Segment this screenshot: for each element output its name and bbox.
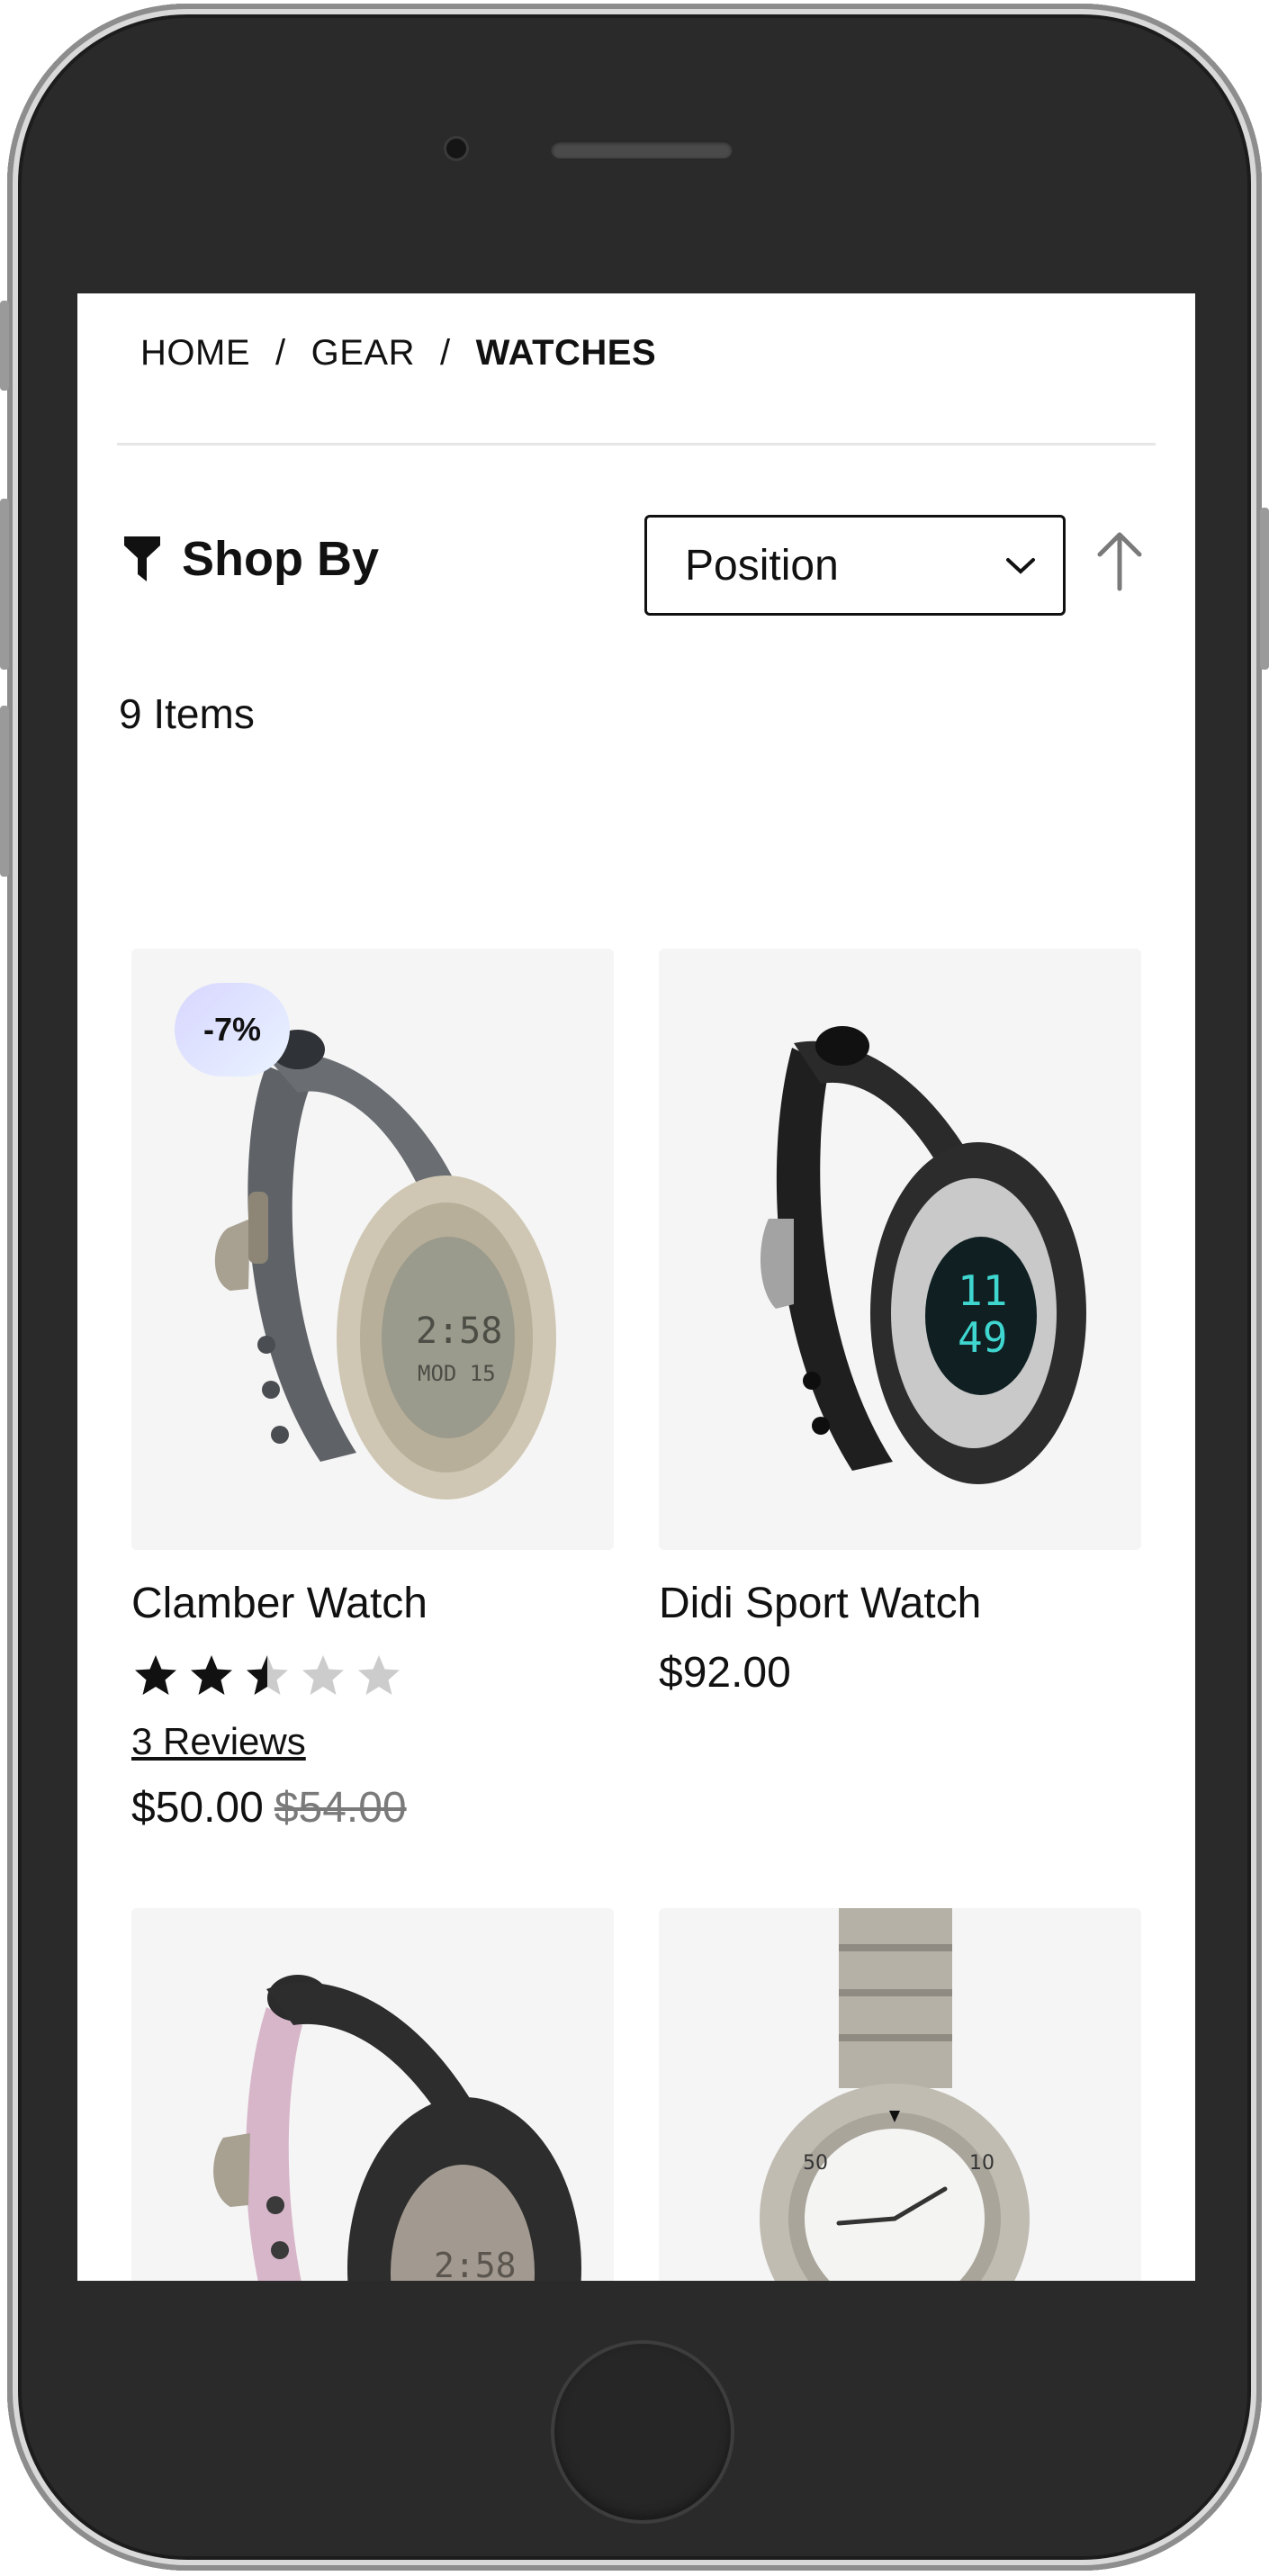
product-name[interactable]: Didi Sport Watch (659, 1579, 1141, 1628)
product-image[interactable]: 2:58 MOD 15 -7% (131, 949, 614, 1550)
svg-text:11: 11 (958, 1266, 1007, 1315)
breadcrumb-separator: / (439, 333, 451, 373)
reviews-link[interactable]: 3 Reviews (131, 1720, 306, 1763)
watch-image: 2:58 (213, 1975, 581, 2281)
svg-text:49: 49 (958, 1313, 1007, 1362)
breadcrumb: HOME / GEAR / WATCHES (140, 333, 656, 374)
breadcrumb-gear[interactable]: GEAR (311, 333, 415, 374)
divider (117, 443, 1156, 446)
shop-by-toggle[interactable]: Shop By (122, 531, 379, 587)
product-card[interactable]: 2:58 (131, 1908, 614, 2281)
star-half-icon (247, 1655, 288, 1695)
arrow-up-icon[interactable] (1094, 529, 1145, 592)
phone-mute-switch (0, 301, 9, 391)
star-icon (135, 1655, 176, 1695)
home-button[interactable] (551, 2340, 734, 2524)
product-card[interactable]: 50 10 (659, 1908, 1141, 2281)
product-image[interactable]: 50 10 (659, 1908, 1141, 2281)
phone-frame: HOME / GEAR / WATCHES Shop By Position 9… (0, 4, 1269, 2571)
chevron-down-icon (1006, 558, 1035, 574)
item-count: 9 Items (119, 690, 255, 737)
product-old-price: $54.00 (274, 1784, 407, 1832)
sort-select-value: Position (685, 541, 839, 590)
shop-by-label: Shop By (182, 532, 380, 586)
product-price: $50.00 (131, 1784, 264, 1832)
svg-text:2:58: 2:58 (416, 1311, 502, 1352)
star-icon (191, 1655, 232, 1695)
breadcrumb-home[interactable]: HOME (140, 333, 250, 374)
rating-stars (131, 1652, 614, 1700)
product-image[interactable]: 2:58 (131, 1908, 614, 2281)
breadcrumb-separator: / (275, 333, 286, 373)
watch-image: 50 10 (760, 1908, 1030, 2281)
product-name[interactable]: Clamber Watch (131, 1579, 614, 1628)
breadcrumb-current: WATCHES (475, 333, 657, 373)
camera-icon (446, 139, 466, 158)
star-icon (358, 1655, 400, 1695)
filter-icon (124, 536, 160, 581)
speaker-grille (551, 140, 733, 158)
watch-image: 11 49 (760, 1026, 1086, 1484)
svg-text:10: 10 (969, 2152, 994, 2175)
svg-text:MOD 15: MOD 15 (418, 1361, 496, 1386)
phone-volume-down (0, 706, 9, 877)
discount-badge: -7% (175, 983, 290, 1076)
svg-text:2:58: 2:58 (434, 2246, 517, 2281)
product-card[interactable]: 2:58 MOD 15 -7% Clamber Watch 3 Reviews … (131, 949, 614, 1833)
svg-text:50: 50 (803, 2152, 828, 2175)
product-image[interactable]: 11 49 (659, 949, 1141, 1550)
product-price: $92.00 (659, 1649, 791, 1697)
phone-power-button (1260, 508, 1269, 670)
sort-select[interactable]: Position (644, 515, 1066, 616)
screen: HOME / GEAR / WATCHES Shop By Position 9… (77, 293, 1195, 2281)
star-icon (302, 1655, 344, 1695)
price-row: $50.00 $54.00 (131, 1783, 614, 1833)
phone-volume-up (0, 499, 9, 670)
product-card[interactable]: 11 49 Didi Sport Watch $92.00 (659, 949, 1141, 1698)
